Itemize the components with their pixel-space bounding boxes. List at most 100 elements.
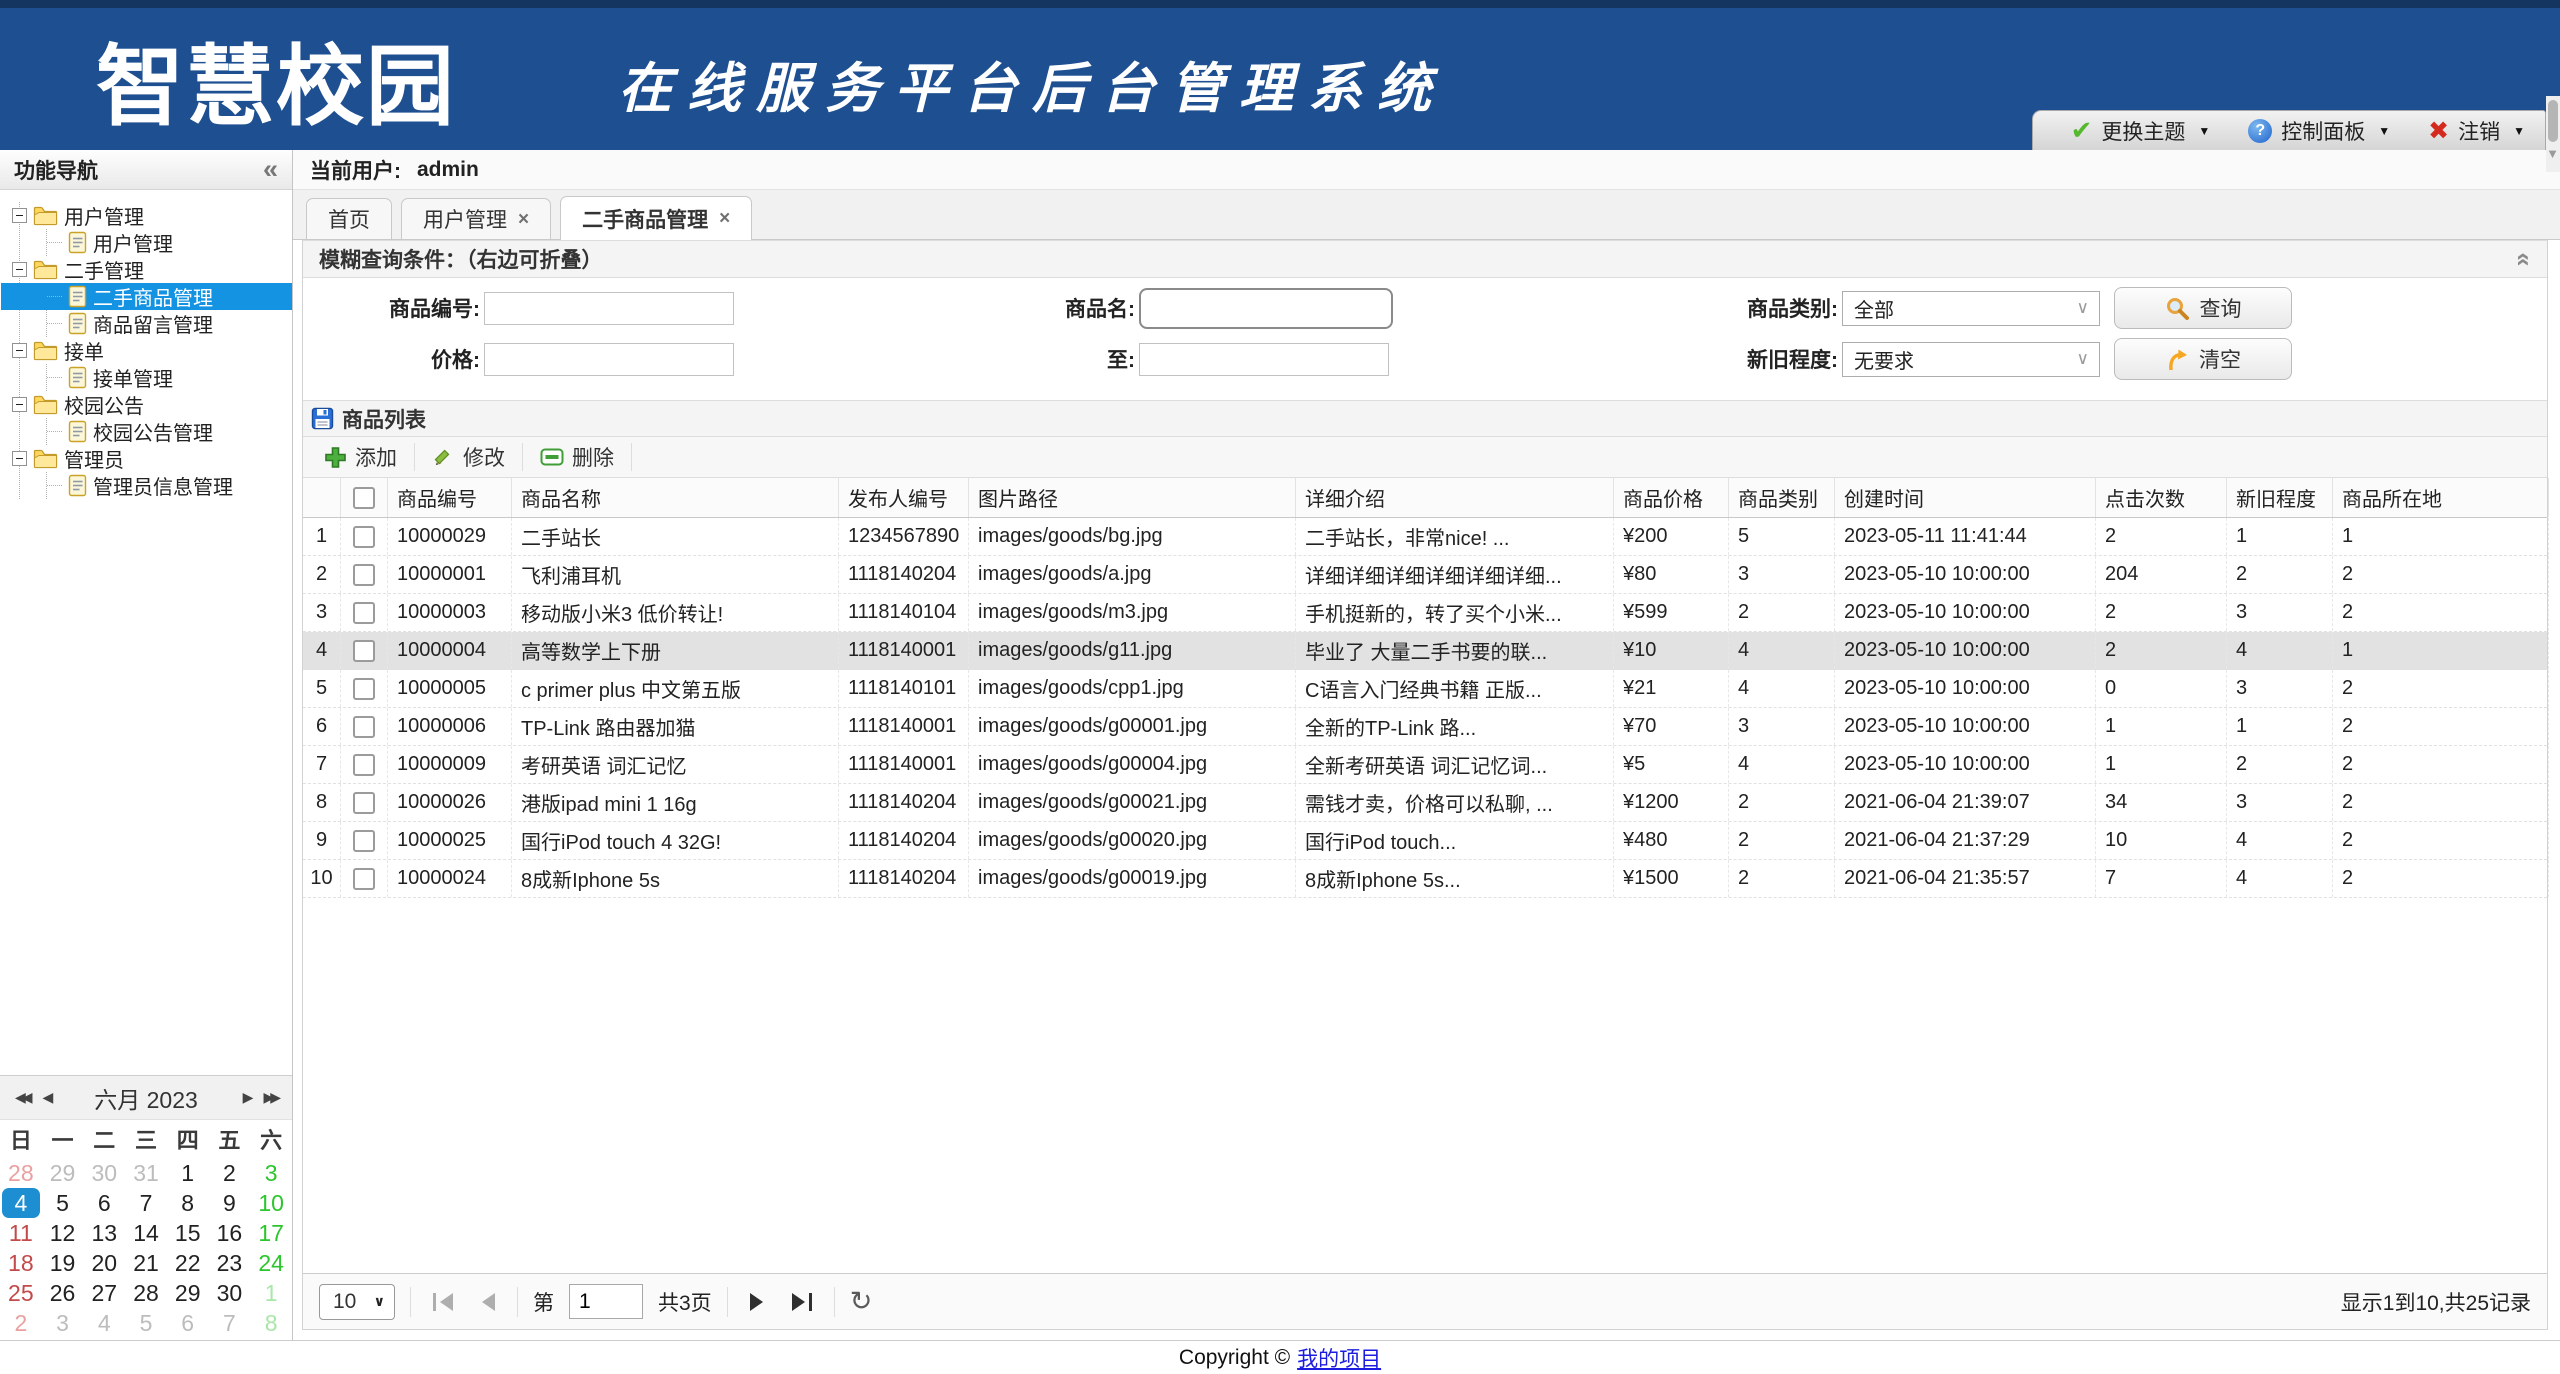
calendar-day[interactable]: 13 (83, 1218, 125, 1248)
last-page-button[interactable] (785, 1293, 819, 1311)
tree-folder-用户管理[interactable]: 用户管理 (20, 202, 292, 229)
table-row[interactable]: 210000001飞利浦耳机1118140204images/goods/a.j… (303, 556, 2547, 594)
tree-item-二手商品管理[interactable]: 二手商品管理 (1, 283, 292, 310)
row-checkbox[interactable] (353, 678, 375, 700)
calendar-day[interactable]: 15 (167, 1218, 209, 1248)
prev-page-button[interactable] (475, 1293, 502, 1311)
add-button[interactable]: 添加 (307, 437, 414, 477)
row-checkbox[interactable] (353, 716, 375, 738)
goods-id-input[interactable] (484, 292, 734, 325)
calendar-day[interactable]: 21 (125, 1248, 167, 1278)
tree-folder-管理员[interactable]: 管理员 (20, 445, 292, 472)
table-row[interactable]: 110000029二手站长1234567890images/goods/bg.j… (303, 518, 2547, 556)
row-checkbox[interactable] (353, 868, 375, 890)
calendar-day[interactable]: 30 (83, 1158, 125, 1188)
calendar-next-year-icon[interactable]: ▶▶ (263, 1089, 277, 1106)
calendar-day[interactable]: 9 (209, 1188, 251, 1218)
calendar-day[interactable]: 1 (250, 1278, 292, 1308)
calendar-day[interactable]: 19 (42, 1248, 84, 1278)
row-checkbox[interactable] (353, 792, 375, 814)
calendar-day[interactable]: 4 (83, 1308, 125, 1338)
delete-button[interactable]: 删除 (523, 437, 631, 477)
tree-collapse-icon[interactable] (12, 397, 27, 412)
calendar-day[interactable]: 3 (42, 1308, 84, 1338)
row-checkbox[interactable] (353, 526, 375, 548)
calendar-day[interactable]: 14 (125, 1218, 167, 1248)
tree-folder-校园公告[interactable]: 校园公告 (20, 391, 292, 418)
row-checkbox[interactable] (353, 830, 375, 852)
tree-item-管理员信息管理[interactable]: 管理员信息管理 (47, 472, 292, 499)
calendar-day[interactable]: 26 (42, 1278, 84, 1308)
table-row[interactable]: 410000004高等数学上下册1118140001images/goods/g… (303, 632, 2547, 670)
calendar-prev-month-icon[interactable]: ◀ (43, 1089, 50, 1106)
calendar-day[interactable]: 8 (250, 1308, 292, 1338)
calendar-day[interactable]: 7 (125, 1188, 167, 1218)
calendar-day[interactable]: 30 (209, 1278, 251, 1308)
page-size-select[interactable]: 10 ∨ (319, 1284, 395, 1320)
calendar-day[interactable]: 22 (167, 1248, 209, 1278)
calendar-day[interactable]: 8 (167, 1188, 209, 1218)
control-panel-menu[interactable]: ? 控制面板 ▼ (2248, 116, 2390, 146)
clear-button[interactable]: 清空 (2114, 338, 2292, 380)
row-checkbox[interactable] (353, 564, 375, 586)
calendar-day[interactable]: 7 (209, 1308, 251, 1338)
next-page-button[interactable] (743, 1293, 770, 1311)
tab-close-icon[interactable]: × (719, 209, 730, 228)
project-link[interactable]: 我的项目 (1297, 1343, 1381, 1373)
calendar-day[interactable]: 29 (42, 1158, 84, 1188)
calendar-day[interactable]: 29 (167, 1278, 209, 1308)
table-row[interactable]: 10100000248成新Iphone 5s1118140204images/g… (303, 860, 2547, 898)
panel-collapse-icon[interactable]: « (2510, 252, 2539, 266)
calendar-next-month-icon[interactable]: ▶ (243, 1089, 250, 1106)
tree-folder-二手管理[interactable]: 二手管理 (20, 256, 292, 283)
calendar-prev-year-icon[interactable]: ◀◀ (15, 1089, 29, 1106)
calendar-day[interactable]: 6 (167, 1308, 209, 1338)
scrollbar-down-arrow-icon[interactable]: ▼ (2546, 146, 2559, 161)
tree-item-商品留言管理[interactable]: 商品留言管理 (47, 310, 292, 337)
calendar-day[interactable]: 5 (125, 1308, 167, 1338)
page-number-input[interactable] (569, 1284, 643, 1319)
select-all-checkbox[interactable] (353, 487, 375, 509)
tab-首页[interactable]: 首页 (306, 198, 392, 239)
search-button[interactable]: 查询 (2114, 287, 2292, 329)
tree-collapse-icon[interactable] (12, 451, 27, 466)
table-row[interactable]: 610000006TP-Link 路由器加猫1118140001images/g… (303, 708, 2547, 746)
calendar-day[interactable]: 28 (0, 1158, 42, 1188)
tree-collapse-icon[interactable] (12, 208, 27, 223)
calendar-day[interactable]: 5 (42, 1188, 84, 1218)
calendar-day[interactable]: 28 (125, 1278, 167, 1308)
calendar-day[interactable]: 18 (0, 1248, 42, 1278)
calendar-day[interactable]: 4 (0, 1188, 42, 1218)
calendar-day[interactable]: 25 (0, 1278, 42, 1308)
tree-collapse-icon[interactable] (12, 262, 27, 277)
table-row[interactable]: 710000009考研英语 词汇记忆1118140001images/goods… (303, 746, 2547, 784)
calendar-day[interactable]: 16 (209, 1218, 251, 1248)
calendar-day[interactable]: 6 (83, 1188, 125, 1218)
first-page-button[interactable] (426, 1293, 460, 1311)
row-checkbox[interactable] (353, 602, 375, 624)
price-to-input[interactable] (1139, 343, 1389, 376)
goods-category-select[interactable]: 全部 ∨ (1842, 291, 2100, 326)
table-row[interactable]: 510000005c primer plus 中文第五版1118140101im… (303, 670, 2547, 708)
calendar-day[interactable]: 1 (167, 1158, 209, 1188)
condition-select[interactable]: 无要求 ∨ (1842, 342, 2100, 377)
row-checkbox[interactable] (353, 640, 375, 662)
calendar-day[interactable]: 3 (250, 1158, 292, 1188)
calendar-day[interactable]: 12 (42, 1218, 84, 1248)
table-row[interactable]: 310000003移动版小米3 低价转让!1118140104images/go… (303, 594, 2547, 632)
calendar-day[interactable]: 17 (250, 1218, 292, 1248)
tree-folder-接单[interactable]: 接单 (20, 337, 292, 364)
sidebar-collapse-icon[interactable]: « (263, 156, 278, 183)
calendar-day[interactable]: 20 (83, 1248, 125, 1278)
calendar-day[interactable]: 24 (250, 1248, 292, 1278)
table-row[interactable]: 910000025国行iPod touch 4 32G!1118140204im… (303, 822, 2547, 860)
logout-menu[interactable]: ✖ 注销 ▼ (2428, 116, 2525, 146)
calendar-day[interactable]: 10 (250, 1188, 292, 1218)
tree-item-用户管理[interactable]: 用户管理 (47, 229, 292, 256)
price-from-input[interactable] (484, 343, 734, 376)
edit-button[interactable]: 修改 (415, 437, 522, 477)
calendar-day[interactable]: 23 (209, 1248, 251, 1278)
calendar-day[interactable]: 27 (83, 1278, 125, 1308)
refresh-icon[interactable]: ↻ (850, 1288, 873, 1315)
goods-name-input[interactable] (1139, 288, 1393, 329)
